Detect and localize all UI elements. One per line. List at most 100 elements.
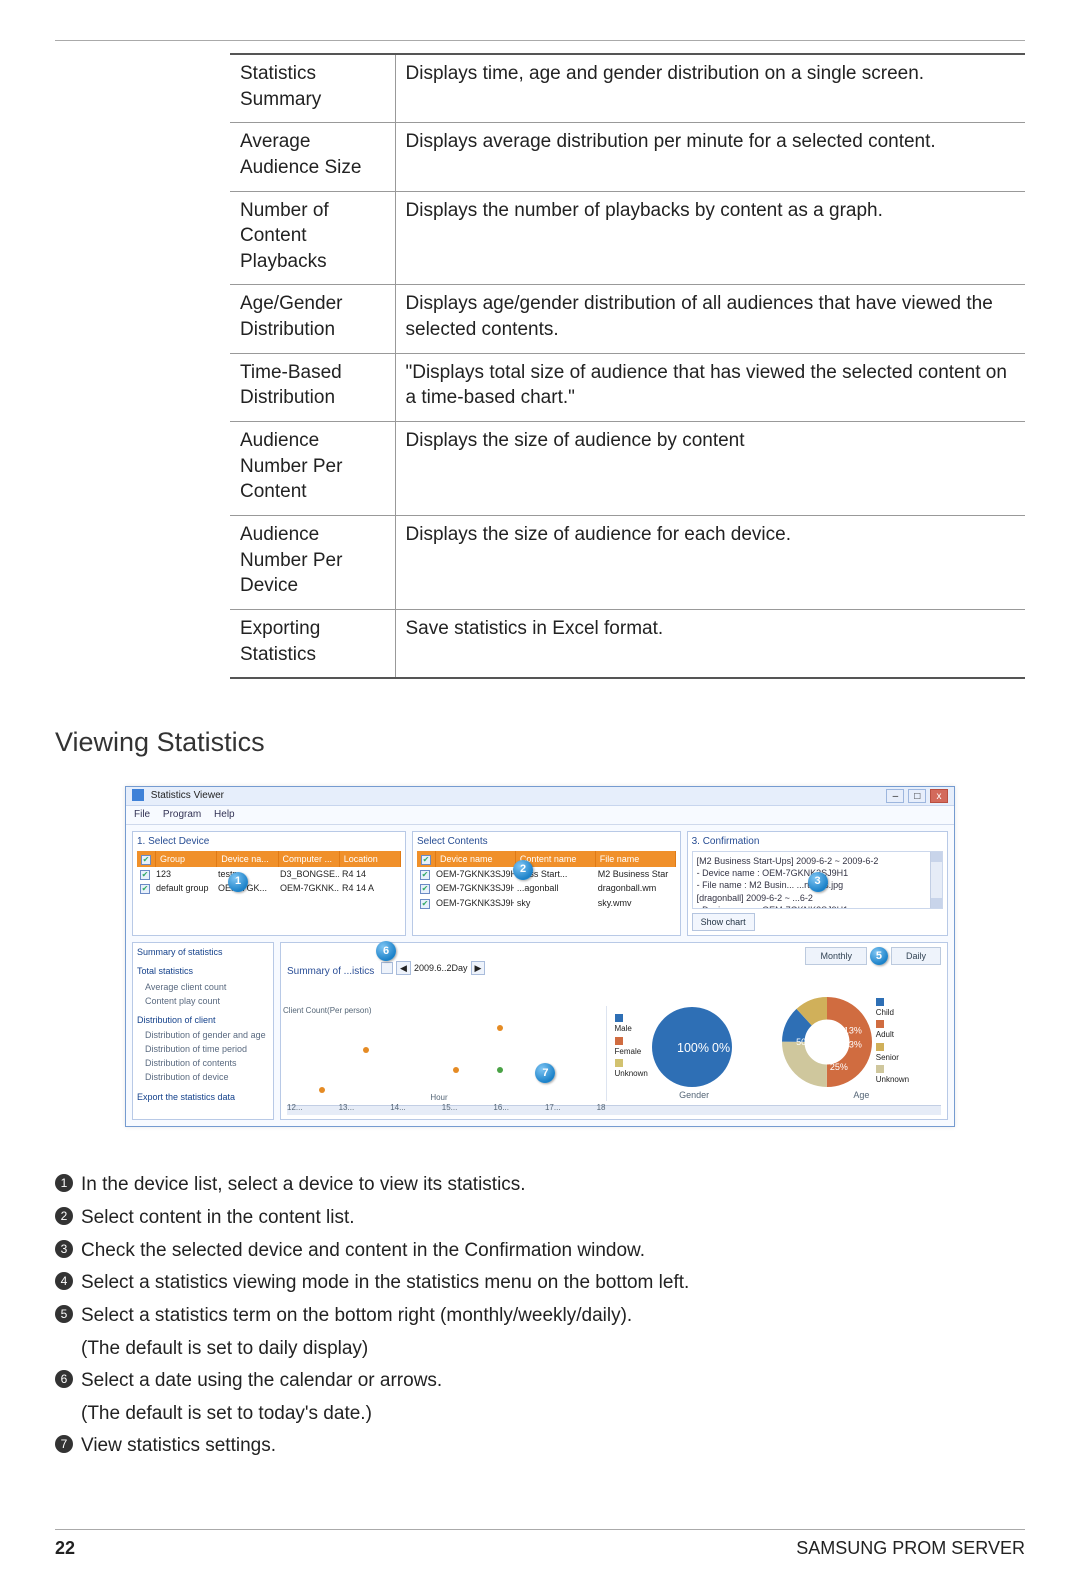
callout-3: 3 xyxy=(808,872,828,892)
tree-item[interactable]: Content play count xyxy=(145,995,269,1007)
window-title-bar[interactable]: Statistics Viewer – □ x xyxy=(126,787,954,807)
table-row[interactable]: ✔ 123 testp... D3_BONGSE... R4 14 xyxy=(137,867,401,881)
step-bullet: 5 xyxy=(55,1305,73,1323)
def-term: Age/Gender Distribution xyxy=(230,285,395,353)
date-prev-button[interactable]: ◀ xyxy=(396,961,411,975)
x-tick: 15... xyxy=(442,1103,458,1114)
svg-text:13%: 13% xyxy=(844,1026,862,1036)
checkbox-icon[interactable]: ✔ xyxy=(420,884,430,894)
def-desc: Displays average distribution per minute… xyxy=(395,123,1025,191)
panel-title: 1. Select Device xyxy=(137,835,401,849)
device-table-header: ✔ Group Device na... Computer ... Locati… xyxy=(137,851,401,867)
tree-total-node[interactable]: Total statistics xyxy=(137,965,269,977)
x-tick: 14... xyxy=(390,1103,406,1114)
tree-item[interactable]: Distribution of device xyxy=(145,1071,269,1083)
menu-file[interactable]: File xyxy=(134,809,150,820)
window-maximize-button[interactable]: □ xyxy=(908,789,926,803)
table-row[interactable]: ✔ OEM-7GKNK3SJ9H1 M... ...ess Start... M… xyxy=(417,867,676,881)
app-icon xyxy=(132,789,144,801)
x-tick: 18 xyxy=(597,1103,606,1114)
y-axis-label: Client Count(Per person) xyxy=(283,1006,371,1017)
checkbox-icon[interactable]: ✔ xyxy=(140,884,150,894)
steps-list: 1In the device list, select a device to … xyxy=(55,1172,1025,1459)
col-computer[interactable]: Computer ... xyxy=(279,851,340,867)
checkbox-icon[interactable]: ✔ xyxy=(420,870,430,880)
def-term: Audience Number Per Content xyxy=(230,422,395,516)
table-row[interactable]: ✔ OEM-7GKNK3SJ9H1 ...agonball dragonball… xyxy=(417,881,676,895)
def-term: Statistics Summary xyxy=(230,54,395,123)
col-device-name[interactable]: Device na... xyxy=(217,851,278,867)
age-donut-chart: 13% 13% 25% 50% Child Adult Senior Unkno… xyxy=(782,997,941,1102)
col-location[interactable]: Location xyxy=(340,851,401,867)
col-device-name[interactable]: Device name xyxy=(436,851,516,867)
checkbox-icon[interactable]: ✔ xyxy=(140,870,150,880)
date-value: 2009.6..2Day xyxy=(414,962,468,974)
panel-title: Select Contents xyxy=(417,835,676,849)
age-legend: Child Adult Senior Unknown xyxy=(876,997,909,1087)
step-text: Select content in the content list. xyxy=(81,1205,1025,1231)
step-text: Check the selected device and content in… xyxy=(81,1238,1025,1264)
checkbox-icon[interactable]: ✔ xyxy=(141,855,151,865)
menu-program[interactable]: Program xyxy=(163,809,201,820)
step-bullet: 4 xyxy=(55,1272,73,1290)
tree-item[interactable]: Distribution of contents xyxy=(145,1057,269,1069)
top-divider xyxy=(55,40,1025,41)
step-bullet: 7 xyxy=(55,1435,73,1453)
def-desc: Displays the size of audience for each d… xyxy=(395,515,1025,609)
heading-viewing-statistics: Viewing Statistics xyxy=(55,724,1025,760)
def-desc: Displays age/gender distribution of all … xyxy=(395,285,1025,353)
table-row[interactable]: ✔ OEM-7GKNK3SJ9H1 sky sky.wmv xyxy=(417,896,676,910)
tree-summary-node[interactable]: Summary of statistics xyxy=(137,946,269,958)
period-daily-tab[interactable]: Daily xyxy=(891,947,941,965)
window-minimize-button[interactable]: – xyxy=(886,789,904,803)
col-file-name[interactable]: File name xyxy=(596,851,676,867)
col-group[interactable]: Group xyxy=(156,851,217,867)
summary-heading: Summary of ...istics xyxy=(287,966,374,977)
data-point xyxy=(453,1067,459,1073)
page-footer: 22 SAMSUNG PROM SERVER xyxy=(55,1529,1025,1560)
panel-select-device: 1. Select Device ✔ Group Device na... Co… xyxy=(132,831,406,937)
callout-1: 1 xyxy=(228,872,248,892)
statistics-content-area: Summary of ...istics 6 ◀ 2009.6..2Day ▶ … xyxy=(280,942,948,1120)
def-term: Number of Content Playbacks xyxy=(230,191,395,285)
date-picker[interactable]: ◀ 2009.6..2Day ▶ xyxy=(381,961,485,975)
period-monthly-tab[interactable]: Monthly xyxy=(805,947,867,965)
x-tick: 16... xyxy=(493,1103,509,1114)
date-next-button[interactable]: ▶ xyxy=(471,961,486,975)
calendar-icon[interactable] xyxy=(381,962,393,974)
tree-distribution-node[interactable]: Distribution of client xyxy=(137,1014,269,1026)
checkbox-icon[interactable]: ✔ xyxy=(421,855,431,865)
tree-item[interactable]: Distribution of gender and age xyxy=(145,1029,269,1041)
data-point xyxy=(363,1047,369,1053)
scrollbar[interactable] xyxy=(930,852,942,908)
table-row[interactable]: ✔ default group OEM-7GK... OEM-7GKNK... … xyxy=(137,881,401,895)
def-term: Average Audience Size xyxy=(230,123,395,191)
step-note: (The default is set to today's date.) xyxy=(81,1401,1025,1427)
callout-6: 6 xyxy=(376,941,396,961)
svg-text:25%: 25% xyxy=(830,1062,848,1072)
tree-item[interactable]: Distribution of time period xyxy=(145,1043,269,1055)
def-desc: Save statistics in Excel format. xyxy=(395,609,1025,678)
window-title: Statistics Viewer xyxy=(151,790,224,801)
step-text: Select a statistics term on the bottom r… xyxy=(81,1303,1025,1329)
step-bullet: 6 xyxy=(55,1370,73,1388)
def-term: Audience Number Per Device xyxy=(230,515,395,609)
checkbox-icon[interactable]: ✔ xyxy=(420,899,430,909)
panel-confirmation: 3. Confirmation [M2 Business Start-Ups] … xyxy=(687,831,948,937)
step-bullet: 3 xyxy=(55,1240,73,1258)
tree-item[interactable]: Average client count xyxy=(145,981,269,993)
def-desc: Displays time, age and gender distributi… xyxy=(395,54,1025,123)
window-close-button[interactable]: x xyxy=(930,789,948,803)
gender-legend: Male Female Unknown xyxy=(615,1013,648,1081)
svg-text:100%: 100% xyxy=(677,1041,709,1055)
def-desc: Displays the number of playbacks by cont… xyxy=(395,191,1025,285)
statistics-definitions-table: Statistics SummaryDisplays time, age and… xyxy=(230,53,1025,679)
menu-help[interactable]: Help xyxy=(214,809,235,820)
client-count-scatter-chart: Client Count(Per person) 7 Hour 12... 13… xyxy=(287,1006,607,1101)
show-chart-button[interactable]: Show chart xyxy=(692,913,755,931)
tree-export-node[interactable]: Export the statistics data xyxy=(137,1091,269,1103)
chart-label: Age xyxy=(782,1089,941,1101)
data-point xyxy=(497,1025,503,1031)
step-text: In the device list, select a device to v… xyxy=(81,1172,1025,1198)
step-text: Select a statistics viewing mode in the … xyxy=(81,1270,1025,1296)
